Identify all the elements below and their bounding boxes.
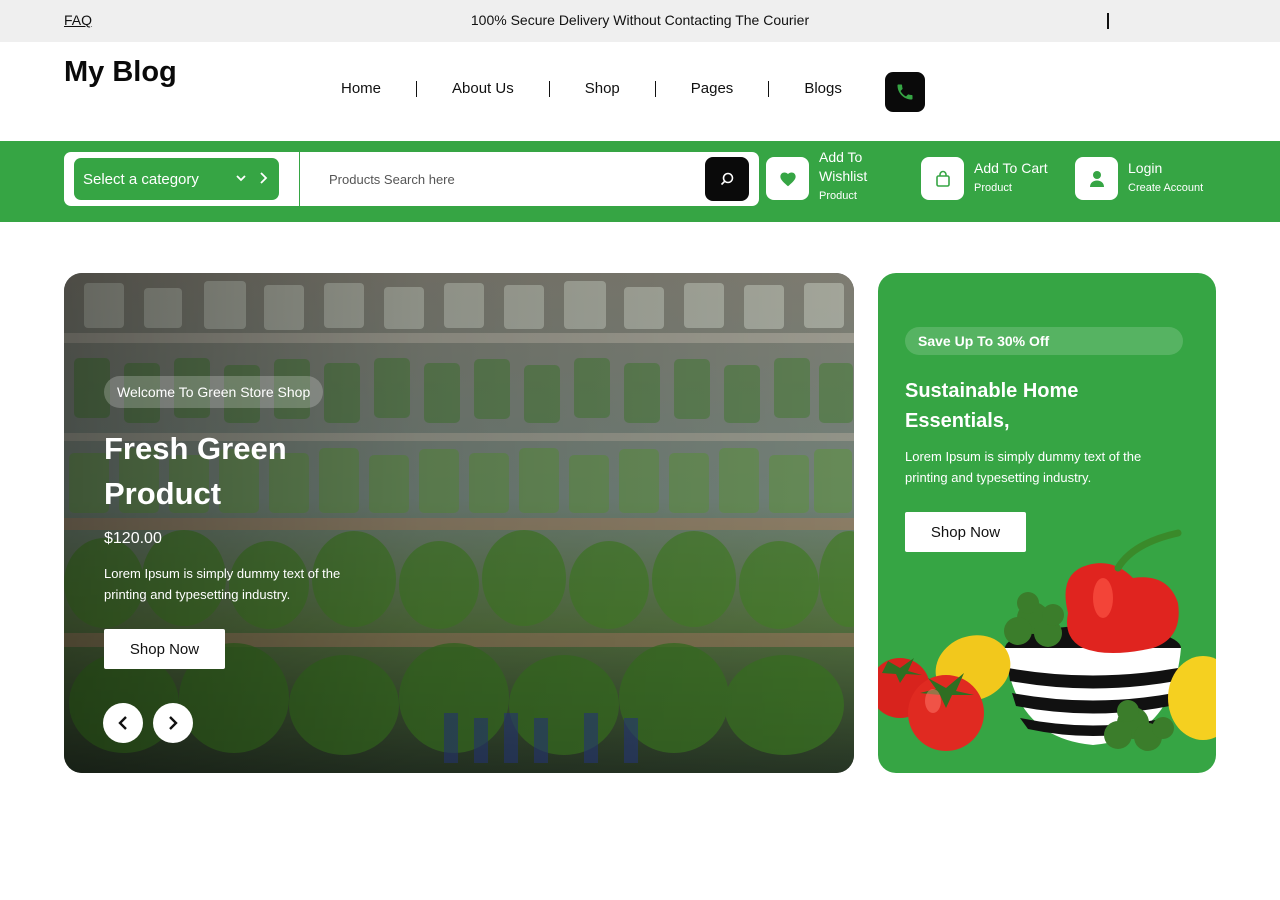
wishlist-subtitle: Product	[819, 190, 857, 202]
nav-home[interactable]: Home	[323, 80, 416, 97]
hero-title: Fresh Green Product	[104, 431, 287, 511]
chevron-right-icon	[260, 172, 268, 184]
hero-badge: Welcome To Green Store Shop	[104, 376, 324, 408]
nav-shop[interactable]: Shop	[550, 80, 655, 97]
search-divider	[299, 152, 300, 206]
wishlist-icon-box	[766, 157, 809, 200]
heart-icon	[779, 171, 796, 186]
cart-subtitle: Product	[974, 182, 1012, 194]
chevron-left-icon	[118, 716, 127, 730]
top-bar: FAQ 100% Secure Delivery Without Contact…	[0, 0, 1280, 42]
cart-title: Add To Cart	[974, 160, 1048, 176]
nav-blogs[interactable]: Blogs	[769, 80, 877, 97]
phone-icon	[897, 84, 913, 100]
chevron-down-icon	[236, 175, 246, 182]
promo-badge: Save Up To 30% Off	[905, 327, 1183, 355]
search-icon	[720, 172, 734, 186]
category-label: Select a category	[83, 170, 199, 188]
nav-about-us[interactable]: About Us	[417, 80, 549, 97]
user-icon	[1089, 170, 1104, 187]
login-title: Login	[1128, 160, 1163, 176]
search-input[interactable]	[329, 169, 689, 189]
category-select[interactable]: Select a category	[74, 158, 279, 200]
chevron-right-icon	[169, 716, 178, 730]
vegetables-image	[878, 529, 1216, 751]
cart-icon-box	[921, 157, 964, 200]
login-subtitle: Create Account	[1128, 182, 1204, 194]
hero-overlay	[64, 273, 854, 773]
bag-icon	[935, 170, 950, 187]
phone-button[interactable]	[885, 72, 925, 112]
wishlist-action[interactable]: Add To Wishlist Product	[766, 149, 889, 202]
slider-prev-button[interactable]	[103, 703, 143, 743]
hero-shop-now-button[interactable]: Shop Now	[104, 629, 225, 669]
hero-price: $120.00	[104, 530, 162, 547]
hero-description: Lorem Ipsum is simply dummy text of the …	[104, 566, 341, 602]
main-nav: Home About Us Shop Pages Blogs	[323, 80, 877, 97]
promo-description: Lorem Ipsum is simply dummy text of the …	[905, 449, 1142, 485]
search-bar: Select a category Add To Wishlist Produc	[0, 141, 1280, 222]
site-header: My Blog Home About Us Shop Pages Blogs	[0, 42, 1280, 141]
nav-pages[interactable]: Pages	[656, 80, 769, 97]
slider-next-button[interactable]	[153, 703, 193, 743]
promo-title: Sustainable Home Essentials,	[905, 380, 1079, 432]
delivery-notice: 100% Secure Delivery Without Contacting …	[470, 12, 810, 28]
promo-card: Save Up To 30% Off Sustainable Home Esse…	[878, 273, 1216, 773]
login-icon-box	[1075, 157, 1118, 200]
site-logo[interactable]: My Blog	[64, 54, 184, 90]
login-action[interactable]: Login Create Account	[1075, 157, 1203, 200]
topbar-divider	[1107, 13, 1109, 29]
cart-action[interactable]: Add To Cart Product	[921, 157, 1048, 200]
hero-slider: Welcome To Green Store Shop Fresh Green …	[64, 273, 854, 773]
search-box: Select a category	[64, 152, 759, 206]
search-button[interactable]	[705, 157, 749, 201]
wishlist-title: Add To Wishlist	[819, 149, 868, 184]
